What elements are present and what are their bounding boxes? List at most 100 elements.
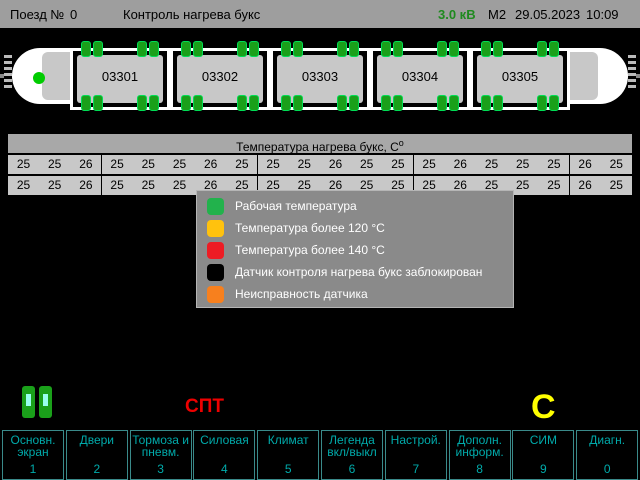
temperature-cell: 26: [569, 176, 601, 195]
temperature-cell: 25: [538, 155, 570, 174]
temperature-cell: 25: [39, 155, 71, 174]
temperature-cell: 25: [288, 155, 320, 174]
function-key-label: Легенда вкл/выкл: [327, 433, 377, 459]
function-key-number: 7: [412, 462, 420, 476]
axle-box-sensor: [137, 41, 159, 57]
temperature-cell: 25: [257, 155, 289, 174]
spt-indicator: СПТ: [185, 396, 224, 417]
function-key-number: 1: [29, 462, 37, 476]
function-key-number: 0: [603, 462, 611, 476]
axle-box-sensor: [137, 95, 159, 111]
car-1: 03301: [70, 41, 170, 111]
temperature-title: Температура нагрева букс, С: [236, 140, 399, 154]
function-key-9[interactable]: СИМ 9: [512, 430, 575, 480]
function-key-label: Диагн.: [589, 433, 626, 447]
car-number: 03301: [101, 69, 139, 84]
function-key-number: 8: [476, 462, 483, 476]
function-key-bar: Основн. экран 1 Двери 2 Тормоза и пневм. 3 Сил…: [0, 430, 640, 480]
legend-label: Неисправность датчика: [235, 287, 368, 301]
legend-label: Температура более 140 °С: [235, 243, 385, 257]
function-key-label: Двери: [79, 433, 114, 447]
legend-swatch: [207, 220, 224, 237]
axle-box-sensor: [181, 95, 203, 111]
legend-label: Температура более 120 °С: [235, 221, 385, 235]
temperature-cell: 25: [8, 176, 39, 195]
axle-box-sensor: [437, 41, 459, 57]
temperature-cell: 25: [382, 155, 414, 174]
axle-box-sensor: [281, 41, 303, 57]
temperature-cell: 25: [101, 176, 133, 195]
function-key-4[interactable]: Силовая 4: [193, 430, 256, 480]
function-key-0[interactable]: Диагн. 0: [576, 430, 639, 480]
temperature-cell: 25: [39, 176, 71, 195]
legend-swatch: [207, 198, 224, 215]
time: 10:09: [586, 7, 619, 22]
function-key-1[interactable]: Основн. экран 1: [2, 430, 64, 480]
function-key-5[interactable]: Климат 5: [257, 430, 320, 480]
temperature-cell: 25: [476, 155, 507, 174]
function-key-number: 2: [93, 462, 101, 476]
train-label: Поезд №: [10, 7, 65, 22]
temperature-cell: 25: [507, 155, 539, 174]
axle-box-sensor: [537, 41, 559, 57]
axle-box-sensor: [381, 41, 403, 57]
function-key-label: Дополн. информ.: [455, 433, 504, 459]
axle-box-sensor: [81, 95, 103, 111]
function-key-label: СИМ: [529, 433, 558, 447]
function-key-label: Настрой.: [390, 433, 441, 447]
car-number: 03305: [501, 69, 539, 84]
temperature-cell: 26: [444, 155, 476, 174]
axle-box-sensor: [537, 95, 559, 111]
legend-label: Датчик контроля нагрева букс заблокирова…: [235, 265, 483, 279]
temperature-cell: 25: [226, 155, 258, 174]
cab-active-indicator: [33, 72, 45, 84]
legend-swatch: [207, 242, 224, 259]
car-3: 03303: [270, 41, 370, 111]
legend-label: Рабочая температура: [235, 199, 357, 213]
function-key-number: 5: [284, 462, 292, 476]
axle-box-sensor: [481, 95, 503, 111]
date: 29.05.2023: [515, 7, 581, 22]
axle-box-sensor: [337, 95, 359, 111]
axle-box-sensor: [381, 95, 403, 111]
car-number: 03303: [301, 69, 339, 84]
temperature-cell: 25: [164, 176, 195, 195]
temperature-cell: 25: [538, 176, 570, 195]
function-key-label: Силовая: [200, 433, 249, 447]
temperature-cell: 26: [320, 155, 351, 174]
car-4: 03304: [370, 41, 470, 111]
car-number: 03302: [201, 69, 239, 84]
temperature-cell: 25: [132, 155, 164, 174]
temperature-cell: 25: [164, 155, 195, 174]
function-key-7[interactable]: Настрой. 7: [384, 430, 447, 480]
temperature-cell: 25: [413, 155, 445, 174]
function-key-2[interactable]: Двери 2: [65, 430, 128, 480]
function-key-label: Климат: [267, 433, 309, 447]
temperature-cell: 26: [195, 155, 227, 174]
function-key-8[interactable]: Дополн. информ. 8: [448, 430, 511, 480]
legend-swatch: [207, 264, 224, 281]
car-2: 03302: [170, 41, 270, 111]
car-5: 03305: [470, 41, 570, 111]
function-key-label: Тормоза и пневм.: [132, 433, 189, 459]
temperature-cell: 26: [569, 155, 601, 174]
voltage-readout: 3.0 кВ: [438, 7, 476, 22]
function-key-number: 3: [157, 462, 164, 476]
c-indicator: С: [531, 388, 556, 426]
cab-doors-icon: [22, 386, 54, 420]
legend-panel: Рабочая температура Температура более 120…: [196, 190, 514, 308]
function-key-3[interactable]: Тормоза и пневм. 3: [129, 430, 192, 480]
car-number: 03304: [401, 69, 439, 84]
function-key-6[interactable]: Легенда вкл/выкл 6: [321, 430, 383, 480]
legend-swatch: [207, 286, 224, 303]
temperature-table-header: Температура нагрева букс, Сo: [8, 134, 632, 154]
axle-box-sensor: [237, 95, 259, 111]
axle-box-sensor: [437, 95, 459, 111]
axle-box-sensor: [481, 41, 503, 57]
temperature-cell: 25: [8, 155, 39, 174]
axle-box-sensor: [281, 95, 303, 111]
function-key-number: 4: [221, 462, 228, 476]
axle-box-sensor: [81, 41, 103, 57]
function-key-label: Основн. экран: [10, 433, 56, 459]
head-car-right: [562, 48, 628, 104]
